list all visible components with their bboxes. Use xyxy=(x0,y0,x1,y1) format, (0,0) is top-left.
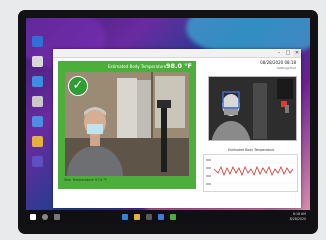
desktop-icons xyxy=(26,22,50,202)
shortcut-icon[interactable] xyxy=(32,156,43,167)
thermal-scene xyxy=(209,77,296,140)
folder-icon[interactable] xyxy=(32,96,43,107)
app-taskbar-icon[interactable] xyxy=(170,214,176,220)
edge-browser-icon[interactable] xyxy=(32,76,43,87)
app-icon[interactable] xyxy=(32,116,43,127)
mail-taskbar-icon[interactable] xyxy=(158,214,164,220)
graph-title: Estimated Body Temperature xyxy=(228,148,275,152)
explorer-taskbar-icon[interactable] xyxy=(134,214,140,220)
tablet-bezel: – □ ✕ 08/28/2020 08:18 Settings Exit Est… xyxy=(18,10,318,234)
minimize-button[interactable]: – xyxy=(275,49,283,57)
settings-menu[interactable]: Settings Exit xyxy=(277,66,296,70)
visible-camera-panel: Estimated Body Temperature 98.0 °F ✓ Ski… xyxy=(58,61,196,189)
graph-plot xyxy=(206,159,296,185)
edge-taskbar-icon[interactable] xyxy=(122,214,128,220)
title-bar: – □ ✕ xyxy=(53,49,301,58)
tray-time: 8:18 AM xyxy=(292,212,306,216)
task-view-icon[interactable] xyxy=(54,214,60,220)
check-icon: ✓ xyxy=(68,76,88,96)
temperature-bar: Estimated Body Temperature 98.0 °F xyxy=(58,61,196,71)
date-time: 08/28/2020 08:18 xyxy=(260,60,296,65)
visible-camera-view: ✓ xyxy=(65,72,189,176)
desktop-screen: – □ ✕ 08/28/2020 08:18 Settings Exit Est… xyxy=(26,18,310,224)
maximize-button[interactable]: □ xyxy=(284,49,292,57)
windows-icon[interactable] xyxy=(30,214,36,220)
temperature-label: Estimated Body Temperature xyxy=(108,64,167,69)
file-icon[interactable] xyxy=(32,56,43,67)
skin-temperature-caption: Skin Temperature 97.8 °F xyxy=(64,178,108,182)
temperature-value: 98.0 °F xyxy=(166,62,192,70)
store-taskbar-icon[interactable] xyxy=(146,214,152,220)
tray-date: 8/28/2020 xyxy=(289,216,306,221)
folder-icon[interactable] xyxy=(32,136,43,147)
recycle-bin-icon[interactable] xyxy=(32,36,43,47)
thermal-screening-window: – □ ✕ 08/28/2020 08:18 Settings Exit Est… xyxy=(53,49,301,208)
temperature-graph xyxy=(203,154,298,192)
close-button[interactable]: ✕ xyxy=(293,49,301,57)
taskbar: 8:18 AM 8/28/2020 xyxy=(26,210,310,224)
search-icon[interactable] xyxy=(42,214,48,220)
thermal-camera-view xyxy=(208,76,297,141)
system-tray-clock[interactable]: 8:18 AM 8/28/2020 xyxy=(290,212,306,221)
